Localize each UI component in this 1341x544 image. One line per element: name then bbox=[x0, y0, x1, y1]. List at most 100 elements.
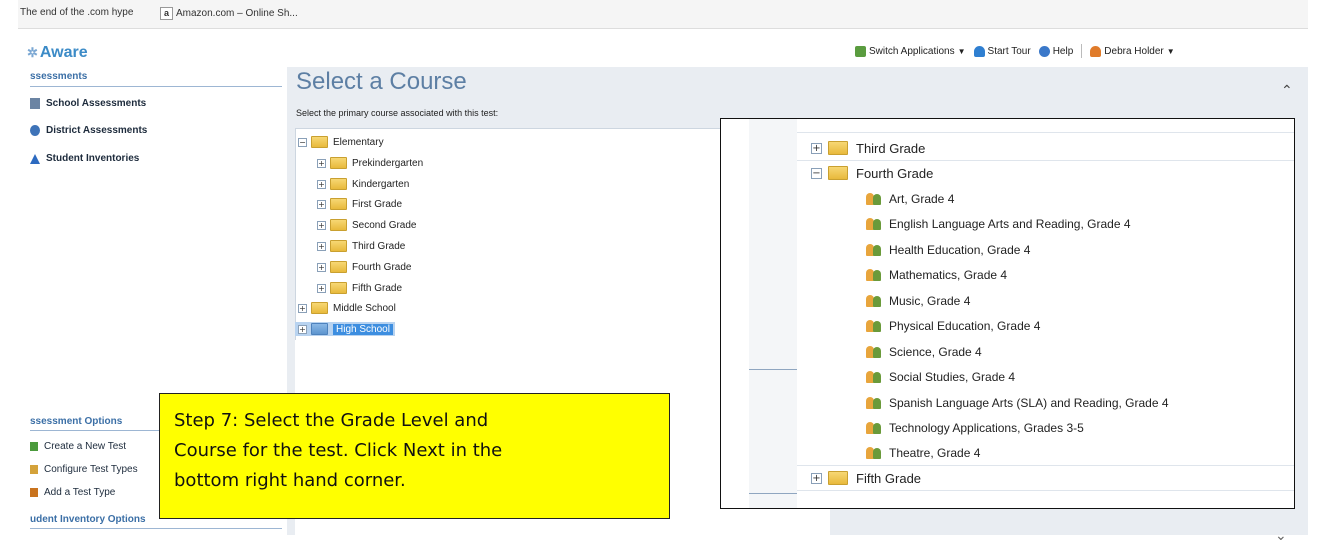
sidebar-header-assessments: ssessments bbox=[30, 71, 88, 82]
star-icon: ✲ bbox=[27, 45, 38, 60]
course-label: Mathematics, Grade 4 bbox=[889, 268, 1008, 282]
course-item[interactable]: Science, Grade 4 bbox=[866, 340, 982, 364]
course-label: Social Studies, Grade 4 bbox=[889, 370, 1016, 384]
course-item[interactable]: Health Education, Grade 4 bbox=[866, 238, 1030, 262]
switch-applications-menu[interactable]: Switch Applications ▼ bbox=[855, 45, 966, 57]
course-item[interactable]: Spanish Language Arts (SLA) and Reading,… bbox=[866, 391, 1169, 415]
folder-icon bbox=[330, 261, 347, 273]
tree-node-middle-school[interactable]: + Middle School bbox=[298, 301, 396, 315]
tree-node-label: Fourth Grade bbox=[856, 165, 934, 181]
course-label: Theatre, Grade 4 bbox=[889, 446, 981, 460]
expand-icon[interactable]: + bbox=[317, 199, 326, 209]
switch-applications-label: Switch Applications bbox=[869, 45, 955, 57]
course-label: Spanish Language Arts (SLA) and Reading,… bbox=[889, 396, 1169, 410]
option-label: Configure Test Types bbox=[44, 464, 138, 475]
people-icon bbox=[866, 346, 882, 358]
tree-node-high-school[interactable]: + High School bbox=[295, 322, 395, 336]
course-label: Technology Applications, Grades 3-5 bbox=[889, 421, 1084, 435]
expand-icon[interactable]: + bbox=[298, 303, 307, 313]
sidebar-header-assessment-options: ssessment Options bbox=[30, 416, 123, 427]
folder-icon bbox=[311, 136, 328, 148]
expand-icon[interactable]: + bbox=[317, 220, 326, 230]
expand-icon[interactable]: + bbox=[317, 262, 326, 272]
expand-icon[interactable]: + bbox=[317, 158, 326, 168]
option-create-new-test[interactable]: Create a New Test bbox=[30, 441, 126, 452]
instruction-callout: Step 7: Select the Grade Level and Cours… bbox=[159, 393, 670, 519]
user-menu[interactable]: Debra Holder ▼ bbox=[1090, 45, 1175, 57]
bookmark-dotcom-hype[interactable]: The end of the .com hype bbox=[20, 7, 133, 18]
course-item[interactable]: Art, Grade 4 bbox=[866, 187, 954, 211]
callout-line: Step 7: Select the Grade Level and bbox=[174, 410, 489, 431]
tree-node-kindergarten[interactable]: + Kindergarten bbox=[317, 177, 409, 191]
option-label: Create a New Test bbox=[44, 441, 127, 452]
course-label: Science, Grade 4 bbox=[889, 345, 982, 359]
people-icon bbox=[866, 295, 882, 307]
course-item[interactable]: Social Studies, Grade 4 bbox=[866, 365, 1015, 389]
course-item[interactable]: Mathematics, Grade 4 bbox=[866, 263, 1007, 287]
switch-apps-icon bbox=[855, 45, 866, 57]
tree-node-label: Fifth Grade bbox=[352, 282, 403, 294]
configure-icon bbox=[30, 465, 38, 474]
globe-icon bbox=[30, 125, 40, 136]
collapse-icon[interactable]: − bbox=[811, 167, 822, 179]
expand-icon[interactable]: + bbox=[317, 241, 326, 251]
tree-gutter bbox=[749, 119, 797, 508]
option-configure-test-types[interactable]: Configure Test Types bbox=[30, 464, 138, 475]
people-icon bbox=[866, 447, 882, 459]
people-icon bbox=[866, 397, 882, 409]
tree-node-prekindergarten[interactable]: + Prekindergarten bbox=[317, 156, 423, 170]
app-logo[interactable]: ✲ Aware bbox=[27, 44, 88, 62]
sidebar-header-inventory-options: udent Inventory Options bbox=[30, 514, 146, 525]
tree-node-third-grade[interactable]: + Third Grade bbox=[317, 239, 405, 253]
tree-node-label: Kindergarten bbox=[352, 178, 410, 190]
divider bbox=[1081, 44, 1083, 58]
tree-node-elementary[interactable]: − Elementary bbox=[298, 135, 384, 149]
bookmark-amazon[interactable]: a Amazon.com – Online Sh... bbox=[160, 7, 298, 20]
folder-icon bbox=[330, 240, 347, 252]
expand-icon[interactable]: + bbox=[811, 142, 822, 154]
expand-icon[interactable]: + bbox=[298, 324, 307, 334]
top-navigation: Switch Applications ▼ Start Tour Help Deb… bbox=[855, 44, 1183, 58]
add-type-icon bbox=[30, 488, 38, 497]
people-icon bbox=[866, 371, 882, 383]
building-icon bbox=[30, 98, 40, 109]
tree-node-second-grade[interactable]: + Second Grade bbox=[317, 218, 417, 232]
expand-icon[interactable]: + bbox=[317, 179, 326, 189]
course-item[interactable]: English Language Arts and Reading, Grade… bbox=[866, 212, 1131, 236]
help-link[interactable]: Help bbox=[1038, 45, 1073, 57]
tree-node-fourth-grade[interactable]: − Fourth Grade bbox=[811, 161, 933, 185]
expand-icon[interactable]: + bbox=[811, 472, 822, 484]
expand-icon[interactable]: + bbox=[317, 283, 326, 293]
sidebar-item-district-assessments[interactable]: District Assessments bbox=[30, 125, 147, 136]
folder-icon bbox=[330, 157, 347, 169]
people-icon bbox=[866, 269, 882, 281]
divider bbox=[30, 86, 282, 87]
collapse-icon[interactable]: − bbox=[298, 137, 307, 147]
tree-node-label: First Grade bbox=[352, 198, 403, 210]
tree-node-label: High School bbox=[333, 323, 393, 335]
people-icon bbox=[866, 218, 882, 230]
tree-node-label: Elementary bbox=[333, 136, 384, 148]
sidebar-item-school-assessments[interactable]: School Assessments bbox=[30, 98, 146, 109]
scroll-down-icon[interactable]: ⌄ bbox=[1275, 527, 1287, 544]
course-item[interactable]: Music, Grade 4 bbox=[866, 289, 970, 313]
tree-node-fifth-grade[interactable]: + Fifth Grade bbox=[811, 466, 921, 490]
course-label: Physical Education, Grade 4 bbox=[889, 319, 1041, 333]
tree-node-fifth-grade[interactable]: + Fifth Grade bbox=[317, 281, 402, 295]
course-item[interactable]: Physical Education, Grade 4 bbox=[866, 314, 1040, 338]
course-item[interactable]: Theatre, Grade 4 bbox=[866, 441, 980, 465]
divider bbox=[30, 528, 282, 529]
start-tour-link[interactable]: Start Tour bbox=[973, 45, 1031, 57]
chevron-down-icon: ▼ bbox=[1166, 46, 1175, 56]
bookmark-amazon-label: Amazon.com – Online Sh... bbox=[176, 8, 298, 20]
people-icon bbox=[866, 244, 882, 256]
option-add-test-type[interactable]: Add a Test Type bbox=[30, 487, 115, 498]
people-icon bbox=[866, 422, 882, 434]
tree-node-third-grade[interactable]: + Third Grade bbox=[811, 136, 925, 160]
divider bbox=[797, 132, 1294, 133]
tree-node-fourth-grade[interactable]: + Fourth Grade bbox=[317, 260, 411, 274]
course-item[interactable]: Technology Applications, Grades 3-5 bbox=[866, 416, 1084, 440]
scroll-up-icon[interactable]: ⌃ bbox=[1281, 82, 1293, 99]
sidebar-item-student-inventories[interactable]: Student Inventories bbox=[30, 153, 139, 164]
tree-node-first-grade[interactable]: + First Grade bbox=[317, 197, 402, 211]
